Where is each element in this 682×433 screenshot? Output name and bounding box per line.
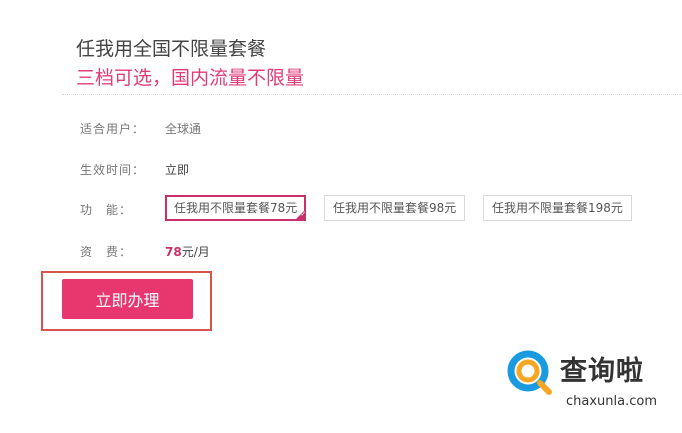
effective-time-value: 立即 <box>165 163 190 177</box>
package-option-78[interactable]: 任我用不限量套餐78元 <box>165 195 307 221</box>
package-option-label: 任我用不限量套餐198元 <box>492 201 623 215</box>
package-option-label: 任我用不限量套餐78元 <box>174 201 298 215</box>
fee-amount: 78 <box>165 245 182 259</box>
fee-label: 资 费： <box>80 245 133 259</box>
watermark-url: chaxunla.com <box>566 394 657 409</box>
package-title: 任我用全国不限量套餐 <box>76 38 267 60</box>
watermark-brand: 查询啦 <box>560 356 644 387</box>
fee-value: 78元/月 <box>165 243 210 260</box>
users-label: 适合用户： <box>80 122 146 136</box>
package-option-198[interactable]: 任我用不限量套餐198元 <box>483 195 632 221</box>
package-option-label: 任我用不限量套餐98元 <box>333 201 457 215</box>
magnifier-logo-icon <box>507 350 552 395</box>
apply-now-button[interactable]: 立即办理 <box>62 279 193 319</box>
effective-time-label: 生效时间： <box>80 163 146 177</box>
package-option-98[interactable]: 任我用不限量套餐98元 <box>324 195 466 221</box>
divider <box>62 94 682 95</box>
package-subtitle: 三档可选，国内流量不限量 <box>76 67 305 89</box>
selected-check-icon <box>294 209 307 221</box>
fee-unit: 元/月 <box>181 245 210 259</box>
function-label: 功 能： <box>80 203 133 217</box>
users-value: 全球通 <box>165 122 202 136</box>
